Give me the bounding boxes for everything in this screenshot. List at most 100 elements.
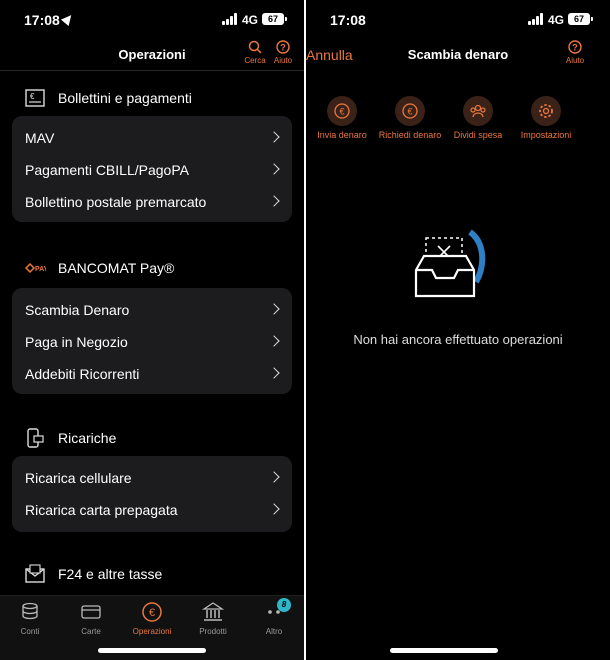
search-label: Cerca [244,56,266,65]
status-time: 17:08 [24,12,60,28]
svg-text:?: ? [280,43,286,53]
section-bancomat-pay: PAY BANCOMAT Pay® [24,256,174,280]
section-bollettini: € Bollettini e pagamenti [24,86,192,110]
header: Operazioni Cerca ? Aiuto [0,40,304,70]
location-arrow-icon [60,11,76,27]
action-richiedi-denaro[interactable]: € Richiedi denaro [374,96,446,141]
network-type: 4G [547,13,564,27]
list-item-cbill-pagopa[interactable]: Pagamenti CBILL/PagoPA [12,154,292,186]
signal-icon [528,13,544,25]
bancomat-pay-icon: PAY [24,262,46,274]
section-title: F24 e altre tasse [58,566,163,582]
svg-text:€: € [149,607,155,619]
help-button[interactable]: ? Aiuto [268,40,298,65]
settings-icon [539,104,553,118]
section-f24[interactable]: F24 e altre tasse [24,562,162,586]
chevron-right-icon [268,335,280,347]
list-item-label: Ricarica carta prepagata [25,502,178,518]
euro-icon: € [142,602,162,622]
tab-prodotti[interactable]: Prodotti [183,601,243,636]
chevron-right-icon [268,471,280,483]
notification-badge: 8 [277,598,291,612]
empty-state-message: Non hai ancora effettuato operazioni [353,332,563,347]
card-ricariche: Ricarica cellulare Ricarica carta prepag… [12,456,292,532]
scambia-denaro-screen: 17:08 4G 67 Annulla Scambia denaro ? Aiu… [306,0,610,660]
card-bancomat-pay: Scambia Denaro Paga in Negozio Addebiti … [12,288,292,394]
list-item-label: Pagamenti CBILL/PagoPA [25,162,189,178]
battery-icon: 67 [262,13,287,25]
action-label: Invia denaro [317,130,367,140]
phone-recharge-icon [27,428,44,448]
list-item-label: Ricarica cellulare [25,470,132,486]
bill-icon: € [25,89,45,107]
help-icon: ? [568,40,582,54]
tab-operazioni[interactable]: € Operazioni [122,601,182,636]
list-item-paga-negozio[interactable]: Paga in Negozio [12,326,292,358]
section-ricariche: Ricariche [24,426,116,450]
status-bar: 17:08 4G 67 [0,0,304,40]
list-item-ricarica-cellulare[interactable]: Ricarica cellulare [12,462,292,494]
envelope-icon [25,564,45,583]
tab-altro[interactable]: 8 Altro [244,598,304,636]
svg-text:€: € [407,107,412,117]
chevron-right-icon [268,503,280,515]
bank-icon [202,602,224,621]
header-divider [0,70,304,71]
svg-text:€: € [339,107,344,117]
tab-label: Prodotti [199,627,227,636]
list-item-label: Scambia Denaro [25,302,130,318]
tab-conti[interactable]: Conti [0,601,60,636]
action-label: Richiedi denaro [378,130,442,140]
list-item-mav[interactable]: MAV [12,122,292,154]
search-button[interactable]: Cerca [240,40,270,65]
list-item-label: Addebiti Ricorrenti [25,366,140,382]
help-button[interactable]: ? Aiuto [560,40,590,65]
chevron-right-icon [268,367,280,379]
help-label: Aiuto [565,56,585,65]
action-label: Impostazioni [520,130,572,140]
header: Scambia denaro ? Aiuto [306,40,610,70]
help-icon: ? [276,40,290,54]
list-item-ricarica-prepagata[interactable]: Ricarica carta prepagata [12,494,292,526]
section-title: Bollettini e pagamenti [58,90,192,106]
help-label: Aiuto [273,56,293,65]
chevron-right-icon [268,163,280,175]
operazioni-screen: 17:08 4G 67 Operazioni Cerca ? Aiuto € B… [0,0,304,660]
tab-label: Altro [265,627,283,636]
battery-icon: 67 [568,13,593,25]
action-invia-denaro[interactable]: € Invia denaro [306,96,378,141]
action-impostazioni[interactable]: Impostazioni [510,96,582,141]
list-item-addebiti-ricorrenti[interactable]: Addebiti Ricorrenti [12,358,292,390]
section-title: BANCOMAT Pay® [58,260,175,276]
tab-label: Conti [20,627,40,636]
action-dividi-spesa[interactable]: Dividi spesa [442,96,514,141]
card-icon [81,605,101,619]
send-money-icon: € [334,103,350,119]
chevron-right-icon [268,131,280,143]
split-expense-icon [470,104,486,118]
status-bar: 17:08 4G 67 [306,0,610,40]
list-item-bollettino-postale[interactable]: Bollettino postale premarcato [12,186,292,218]
tab-carte[interactable]: Carte [61,601,121,636]
home-indicator [390,648,498,653]
card-bollettini: MAV Pagamenti CBILL/PagoPA Bollettino po… [12,116,292,222]
section-title: Ricariche [58,430,117,446]
chevron-right-icon [268,303,280,315]
tab-label: Operazioni [132,627,172,636]
request-money-icon: € [402,103,418,119]
coins-icon [22,602,38,620]
list-item-label: MAV [25,130,55,146]
network-type: 4G [241,13,258,27]
chevron-right-icon [268,195,280,207]
empty-tray-icon [414,229,486,298]
svg-text:?: ? [572,43,578,53]
list-item-label: Paga in Negozio [25,334,128,350]
action-label: Dividi spesa [453,130,503,140]
list-item-scambia-denaro[interactable]: Scambia Denaro [12,294,292,326]
svg-text:€: € [30,92,35,101]
search-icon [248,40,262,54]
signal-icon [222,13,238,25]
status-time: 17:08 [330,12,366,28]
tab-label: Carte [81,627,101,636]
home-indicator [98,648,206,653]
